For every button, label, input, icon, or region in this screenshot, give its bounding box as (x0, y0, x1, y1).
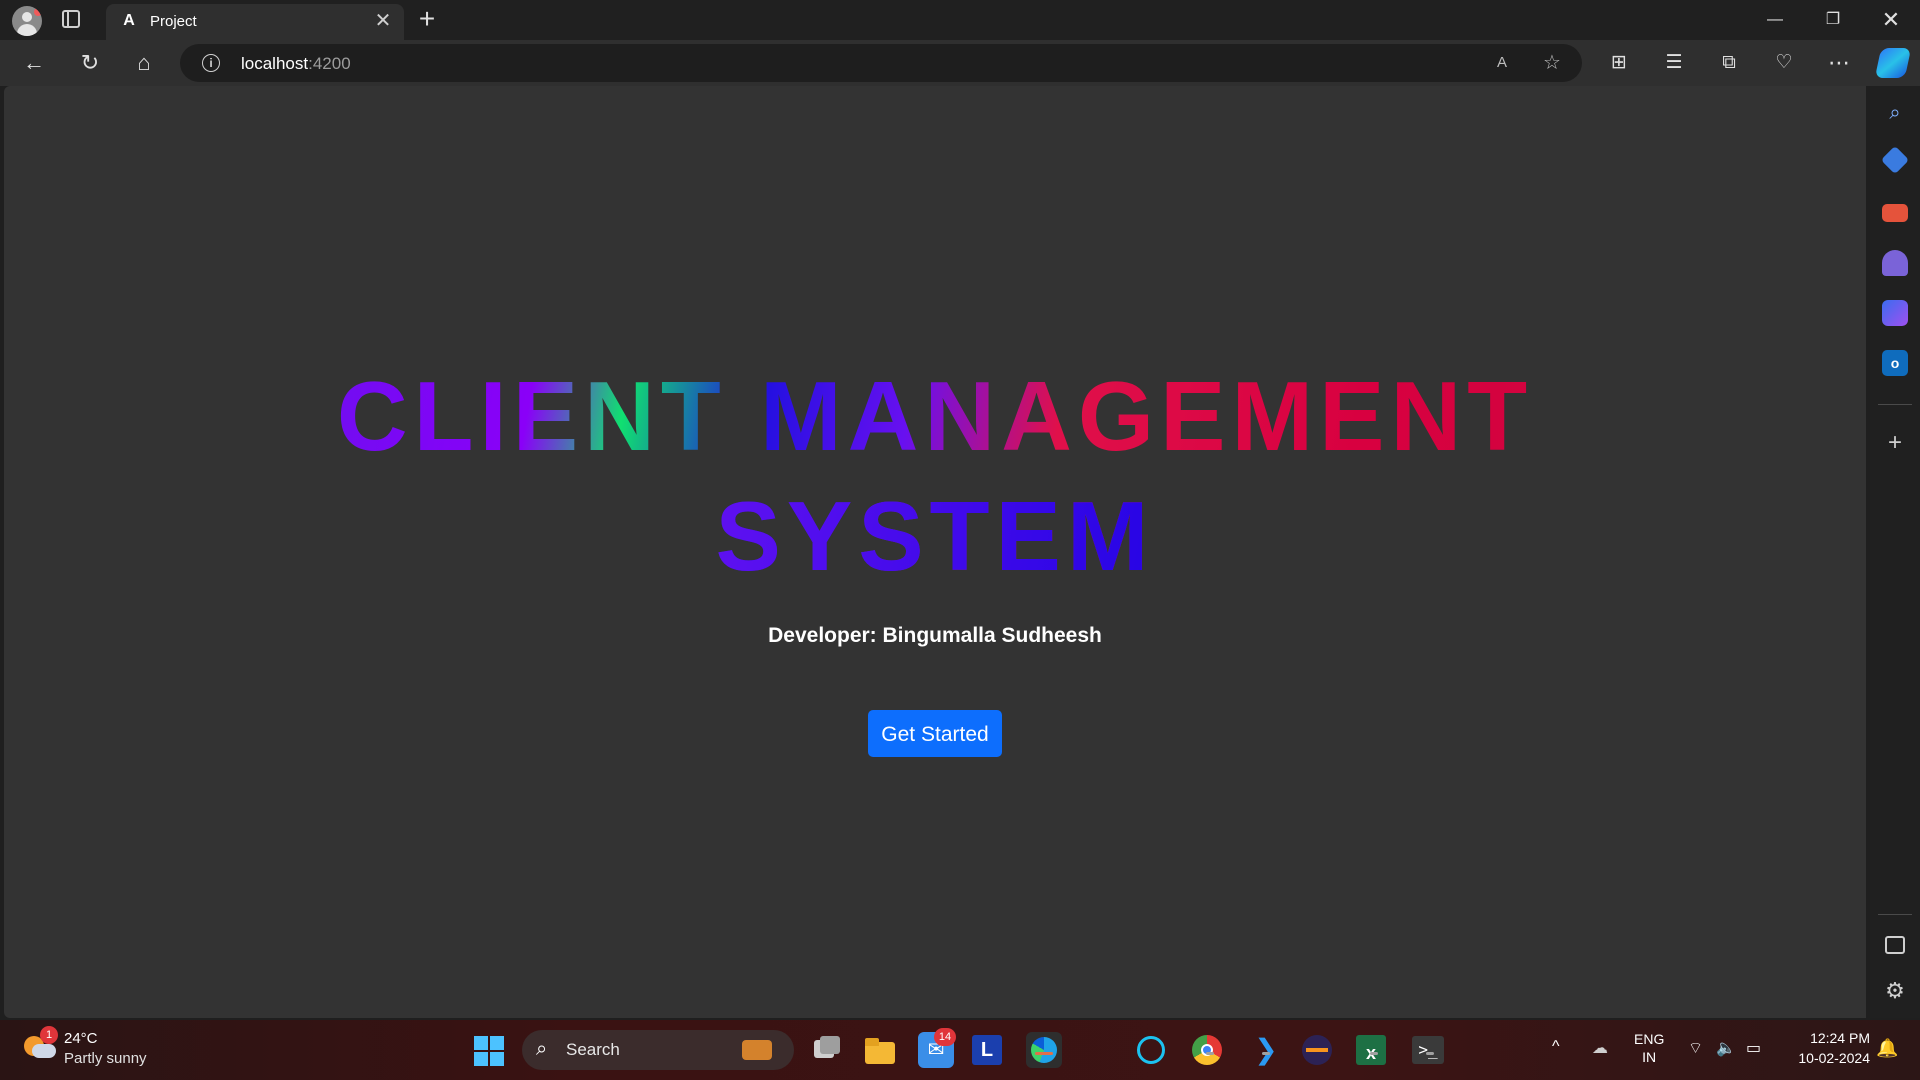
profile-avatar[interactable] (12, 6, 42, 36)
weather-badge: 1 (40, 1026, 58, 1044)
search-icon: ⌕ (536, 1038, 548, 1060)
tab-project[interactable]: A Project ✕ (106, 4, 404, 40)
l-app-icon[interactable]: L (972, 1035, 1002, 1065)
page-viewport: CLIENT MANAGEMENT SYSTEM Developer: Bing… (4, 86, 1866, 1018)
language-line-2: IN (1642, 1049, 1657, 1065)
sidebar-search-icon[interactable]: ⌕ (1882, 100, 1908, 126)
edge-sidebar: ⌕ o + ⚙ (1870, 86, 1920, 1018)
language-line-1: ENG (1634, 1031, 1665, 1047)
title-line-2: SYSTEM (4, 476, 1866, 596)
volume-icon[interactable]: 🔈 (1716, 1038, 1736, 1058)
site-info-icon[interactable]: i (202, 54, 220, 72)
chrome-running-indicator (1206, 1052, 1214, 1055)
terminal-icon[interactable]: >_ (1412, 1036, 1444, 1064)
get-started-button[interactable]: Get Started (868, 710, 1002, 757)
url-text[interactable]: localhost:4200 (241, 54, 351, 74)
split-screen-icon[interactable]: ⊞ (1604, 48, 1634, 78)
mail-badge: 14 (934, 1028, 956, 1046)
search-highlight-icon (742, 1040, 772, 1060)
sidebar-outlook-icon[interactable]: o (1882, 350, 1908, 376)
sidebar-settings-icon[interactable]: ⚙ (1882, 978, 1908, 1004)
weather-temperature[interactable]: 24°C (64, 1030, 98, 1047)
cortana-icon[interactable] (1137, 1036, 1165, 1064)
excel-icon[interactable]: x (1356, 1035, 1386, 1065)
favorites-icon[interactable]: ☰ (1659, 48, 1689, 78)
reload-button[interactable]: ↻ (74, 48, 106, 78)
search-placeholder: Search (566, 1040, 620, 1059)
sidebar-copilot-icon[interactable] (1882, 300, 1908, 326)
collections-icon[interactable]: ⧉ (1714, 48, 1744, 78)
tab-close-icon[interactable]: ✕ (372, 10, 394, 32)
edge-active-indicator (1035, 1052, 1053, 1055)
edge-icon[interactable] (1026, 1032, 1062, 1068)
tab-title: Project (150, 13, 197, 30)
task-view-icon[interactable] (808, 1032, 844, 1068)
more-options-icon[interactable]: ⋯ (1824, 48, 1854, 78)
weather-description[interactable]: Partly sunny (64, 1050, 147, 1067)
home-button[interactable]: ⌂ (128, 48, 160, 78)
taskbar-search[interactable]: ⌕ Search (522, 1030, 794, 1070)
clock-time[interactable]: 12:24 PM (1790, 1030, 1870, 1046)
new-tab-button[interactable]: + (414, 5, 440, 33)
sidebar-tools-icon[interactable] (1882, 204, 1908, 222)
sidebar-add-icon[interactable]: + (1882, 430, 1908, 456)
sidebar-divider (1878, 914, 1912, 915)
sidebar-divider (1878, 404, 1912, 405)
address-bar[interactable]: i localhost:4200 A ☆ (180, 44, 1582, 82)
vscode-running-indicator (1262, 1052, 1270, 1055)
language-indicator[interactable]: ENG IN (1634, 1030, 1664, 1066)
vscode-icon[interactable]: ❯ (1248, 1032, 1284, 1068)
restore-button[interactable]: ❐ (1810, 4, 1856, 36)
sidebar-games-icon[interactable] (1882, 250, 1908, 276)
close-window-button[interactable]: ✕ (1868, 4, 1914, 36)
excel-running-indicator (1370, 1052, 1378, 1055)
sidebar-shopping-icon[interactable] (1880, 145, 1910, 175)
back-button[interactable]: ← (18, 48, 50, 78)
wifi-icon[interactable]: ⌔ (1688, 1038, 1703, 1058)
developer-credit: Developer: Bingumalla Sudheesh (768, 624, 1102, 647)
angular-favicon-icon: A (123, 12, 135, 29)
minimize-button[interactable]: — (1752, 4, 1798, 36)
copilot-icon[interactable] (1874, 48, 1912, 78)
read-aloud-icon[interactable]: A (1490, 51, 1514, 75)
clock-date[interactable]: 10-02-2024 (1780, 1050, 1870, 1066)
eclipse-icon[interactable] (1302, 1035, 1332, 1065)
sidebar-panel-icon[interactable] (1885, 936, 1905, 954)
tab-strip: A Project ✕ + — ❐ ✕ (0, 0, 1920, 40)
chrome-icon[interactable] (1192, 1035, 1222, 1065)
show-hidden-icons-icon[interactable]: ^ (1552, 1038, 1560, 1056)
page-title: CLIENT MANAGEMENT SYSTEM (4, 356, 1866, 596)
favorite-star-icon[interactable]: ☆ (1540, 51, 1564, 75)
start-button-icon[interactable] (474, 1036, 504, 1066)
url-host: localhost (241, 54, 309, 73)
notification-bell-icon[interactable]: 🔔 (1876, 1038, 1898, 1059)
title-line-1: CLIENT MANAGEMENT (336, 361, 1534, 471)
terminal-running-indicator (1426, 1052, 1434, 1055)
onedrive-icon[interactable]: ☁ (1592, 1038, 1608, 1058)
taskbar: 1 24°C Partly sunny ⌕ Search ✉ 14 L ❯ x … (0, 1020, 1920, 1080)
browser-toolbar: ← ↻ ⌂ i localhost:4200 A ☆ ⊞ ☰ ⧉ ♡ ⋯ (0, 40, 1920, 86)
browser-essentials-icon[interactable]: ♡ (1769, 48, 1799, 78)
tab-actions-icon[interactable] (62, 10, 80, 28)
url-port: :4200 (308, 54, 351, 73)
battery-icon[interactable]: ▭ (1746, 1038, 1761, 1058)
file-explorer-icon[interactable] (862, 1032, 898, 1068)
